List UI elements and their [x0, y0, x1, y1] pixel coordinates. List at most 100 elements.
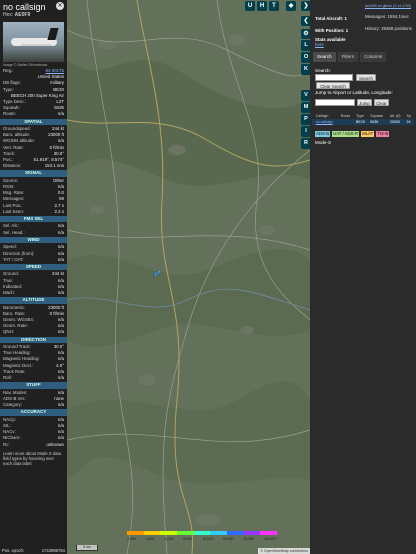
field-key: Mach: — [3, 289, 15, 295]
clear-search-button[interactable]: Clear Search — [316, 82, 350, 89]
tab-columns[interactable]: Columns — [360, 52, 387, 62]
stats-link[interactable]: here — [315, 42, 324, 47]
field-key: Last Seen: — [3, 208, 24, 214]
chevron-left-icon: ❮ — [303, 18, 309, 24]
field-key: Sel. Head.: — [3, 229, 25, 235]
section-header-fms-sel[interactable]: FMS SEL — [0, 215, 67, 223]
close-icon[interactable]: ✕ — [56, 2, 64, 10]
stats-available: Stats available here — [315, 37, 346, 48]
legend-label: 40,000+ — [264, 537, 277, 541]
legend-label: 10,000 — [202, 537, 213, 541]
legend-swatch — [210, 531, 228, 535]
section-header-wind[interactable]: WIND — [0, 236, 67, 244]
section-header-signal[interactable]: SIGNAL — [0, 170, 67, 177]
aircraft-photo[interactable] — [3, 22, 64, 62]
source-badge: ADS-B — [315, 131, 331, 137]
table-cell: 23000 — [388, 119, 406, 125]
data-row: TAT / OAT: n/a — [0, 257, 67, 263]
legend-swatch — [160, 531, 178, 535]
legend-label: 30,000 — [243, 537, 255, 541]
field-key: Route: — [3, 111, 16, 117]
table-cell: BE20 — [355, 119, 370, 125]
legend-swatch — [127, 531, 144, 535]
field-value: n/a — [57, 256, 64, 262]
field-value: n/a — [57, 229, 64, 235]
data-row: Roll: n/a — [0, 375, 67, 381]
data-row: Last Seen: 2.2 s — [0, 209, 67, 215]
field-key: Category: — [3, 402, 23, 408]
aircraft-fields: Reg.: 84-00175 United States DB flags: milit… — [0, 68, 67, 118]
layers-icon: ◆ — [288, 3, 294, 9]
pos-epoch-label: Pos. epoch: — [2, 548, 25, 553]
version-link[interactable]: tar1090 on github (3.14.1793) — [365, 4, 411, 8]
map-scale: 5 nm — [76, 545, 98, 551]
search-input[interactable] — [315, 74, 353, 81]
field-value: n/a — [57, 375, 64, 380]
callsign: no callsign — [3, 2, 46, 12]
legend-label: 8,000 — [183, 537, 193, 541]
legend-swatch — [260, 531, 278, 535]
layers-button[interactable]: ◆ — [286, 1, 296, 11]
app: no callsign Hex: AE0F9 ✕ Image © Stefan … — [0, 0, 416, 554]
legend-swatch — [243, 531, 261, 535]
search-label: Search: — [315, 68, 331, 73]
chevron-right-icon: ❯ — [303, 3, 309, 9]
source-badge: UAT / ADS-R — [332, 131, 360, 137]
pos-epoch: Pos. epoch: 1742986764 — [0, 548, 67, 553]
search-button[interactable]: Search — [356, 74, 376, 81]
data-row: Sel. Head.: n/a — [0, 230, 67, 236]
legend-label: 2,000 — [127, 537, 136, 541]
aircraft-table: Callsign Route Type Squawk Alt. (ft) Sp no ca… — [312, 113, 414, 125]
field-value: 2.2 s — [54, 208, 64, 214]
jump-button[interactable]: Jump — [357, 99, 372, 106]
table-cell — [339, 119, 356, 125]
history-count: History: 29268 positions — [365, 26, 412, 31]
legend-label: 20,000 — [222, 537, 234, 541]
messages-rate: Messages: 1594.1/sec — [365, 14, 409, 19]
data-row: Category: n/a — [0, 402, 67, 408]
table-cell[interactable]: no callsign — [314, 119, 340, 125]
clear-jump-button[interactable]: Clear — [374, 99, 389, 106]
table-cell: 5036 — [369, 119, 389, 125]
map[interactable]: 2,000 4,000 6,000 8,000 10,000 20,000 30,000 40… — [67, 0, 310, 554]
source-badge: MLAT — [361, 131, 375, 137]
map-canvas — [67, 0, 310, 554]
right-panel: tar1090 on github (3.14.1793) Total Airc… — [310, 0, 416, 554]
map-button-t[interactable]: T — [269, 1, 279, 11]
field-value: n/a — [57, 111, 64, 117]
data-row: QNH: n/a — [0, 329, 67, 335]
section-header-altitude[interactable]: ALTITUDE — [0, 297, 67, 304]
section-header-spatial[interactable]: SPATIAL — [0, 118, 67, 125]
field-value: n/a — [57, 402, 64, 408]
field-value: n/a — [57, 289, 64, 295]
total-aircraft: Total Aircraft: 1 — [315, 16, 347, 21]
aircraft-info-panel: no callsign Hex: AE0F9 ✕ Image © Stefan … — [0, 0, 67, 554]
aircraft-field-row: Route: n/a — [0, 111, 67, 117]
tab-filters[interactable]: Filters — [337, 52, 359, 62]
jump-input[interactable] — [315, 99, 355, 106]
hex-label: Hex: — [3, 12, 14, 18]
pos-epoch-value: 1742986764 — [41, 548, 65, 553]
source-legend: ADS-B UAT / ADS-R MLAT TIS-B — [315, 131, 390, 137]
table-row[interactable]: no callsign BE20 5036 23000 24 — [312, 119, 414, 125]
legend-swatch — [193, 531, 211, 535]
legend-label: 4,000 — [145, 537, 155, 541]
panel-tabs: Search Filters Columns — [313, 52, 413, 62]
section-header-direction[interactable]: DIRECTION — [0, 336, 67, 344]
field-value: 153.1 nmi — [44, 163, 64, 169]
hex-line: Hex: AE0F9 — [3, 12, 64, 18]
field-value: n/a — [57, 329, 64, 335]
jump-label: Jump to Airport or Latitude, Longitude: — [315, 90, 393, 95]
map-button-u[interactable]: U — [245, 1, 255, 11]
legend-swatch — [143, 531, 161, 535]
tab-search[interactable]: Search — [313, 52, 336, 62]
section-header-accuracy[interactable]: ACCURACY — [0, 409, 67, 416]
legend-swatch — [177, 531, 194, 535]
table-cell: 24 — [405, 119, 414, 125]
section-header-stuff[interactable]: STUFF — [0, 382, 67, 389]
hex-code: AE0F9 — [14, 12, 31, 18]
learn-more-note: Learn more about Mode S data field types… — [3, 450, 61, 466]
section-header-speed[interactable]: SPEED — [0, 263, 67, 271]
field-key: Roll: — [3, 375, 12, 380]
map-button-h[interactable]: H — [257, 1, 267, 11]
